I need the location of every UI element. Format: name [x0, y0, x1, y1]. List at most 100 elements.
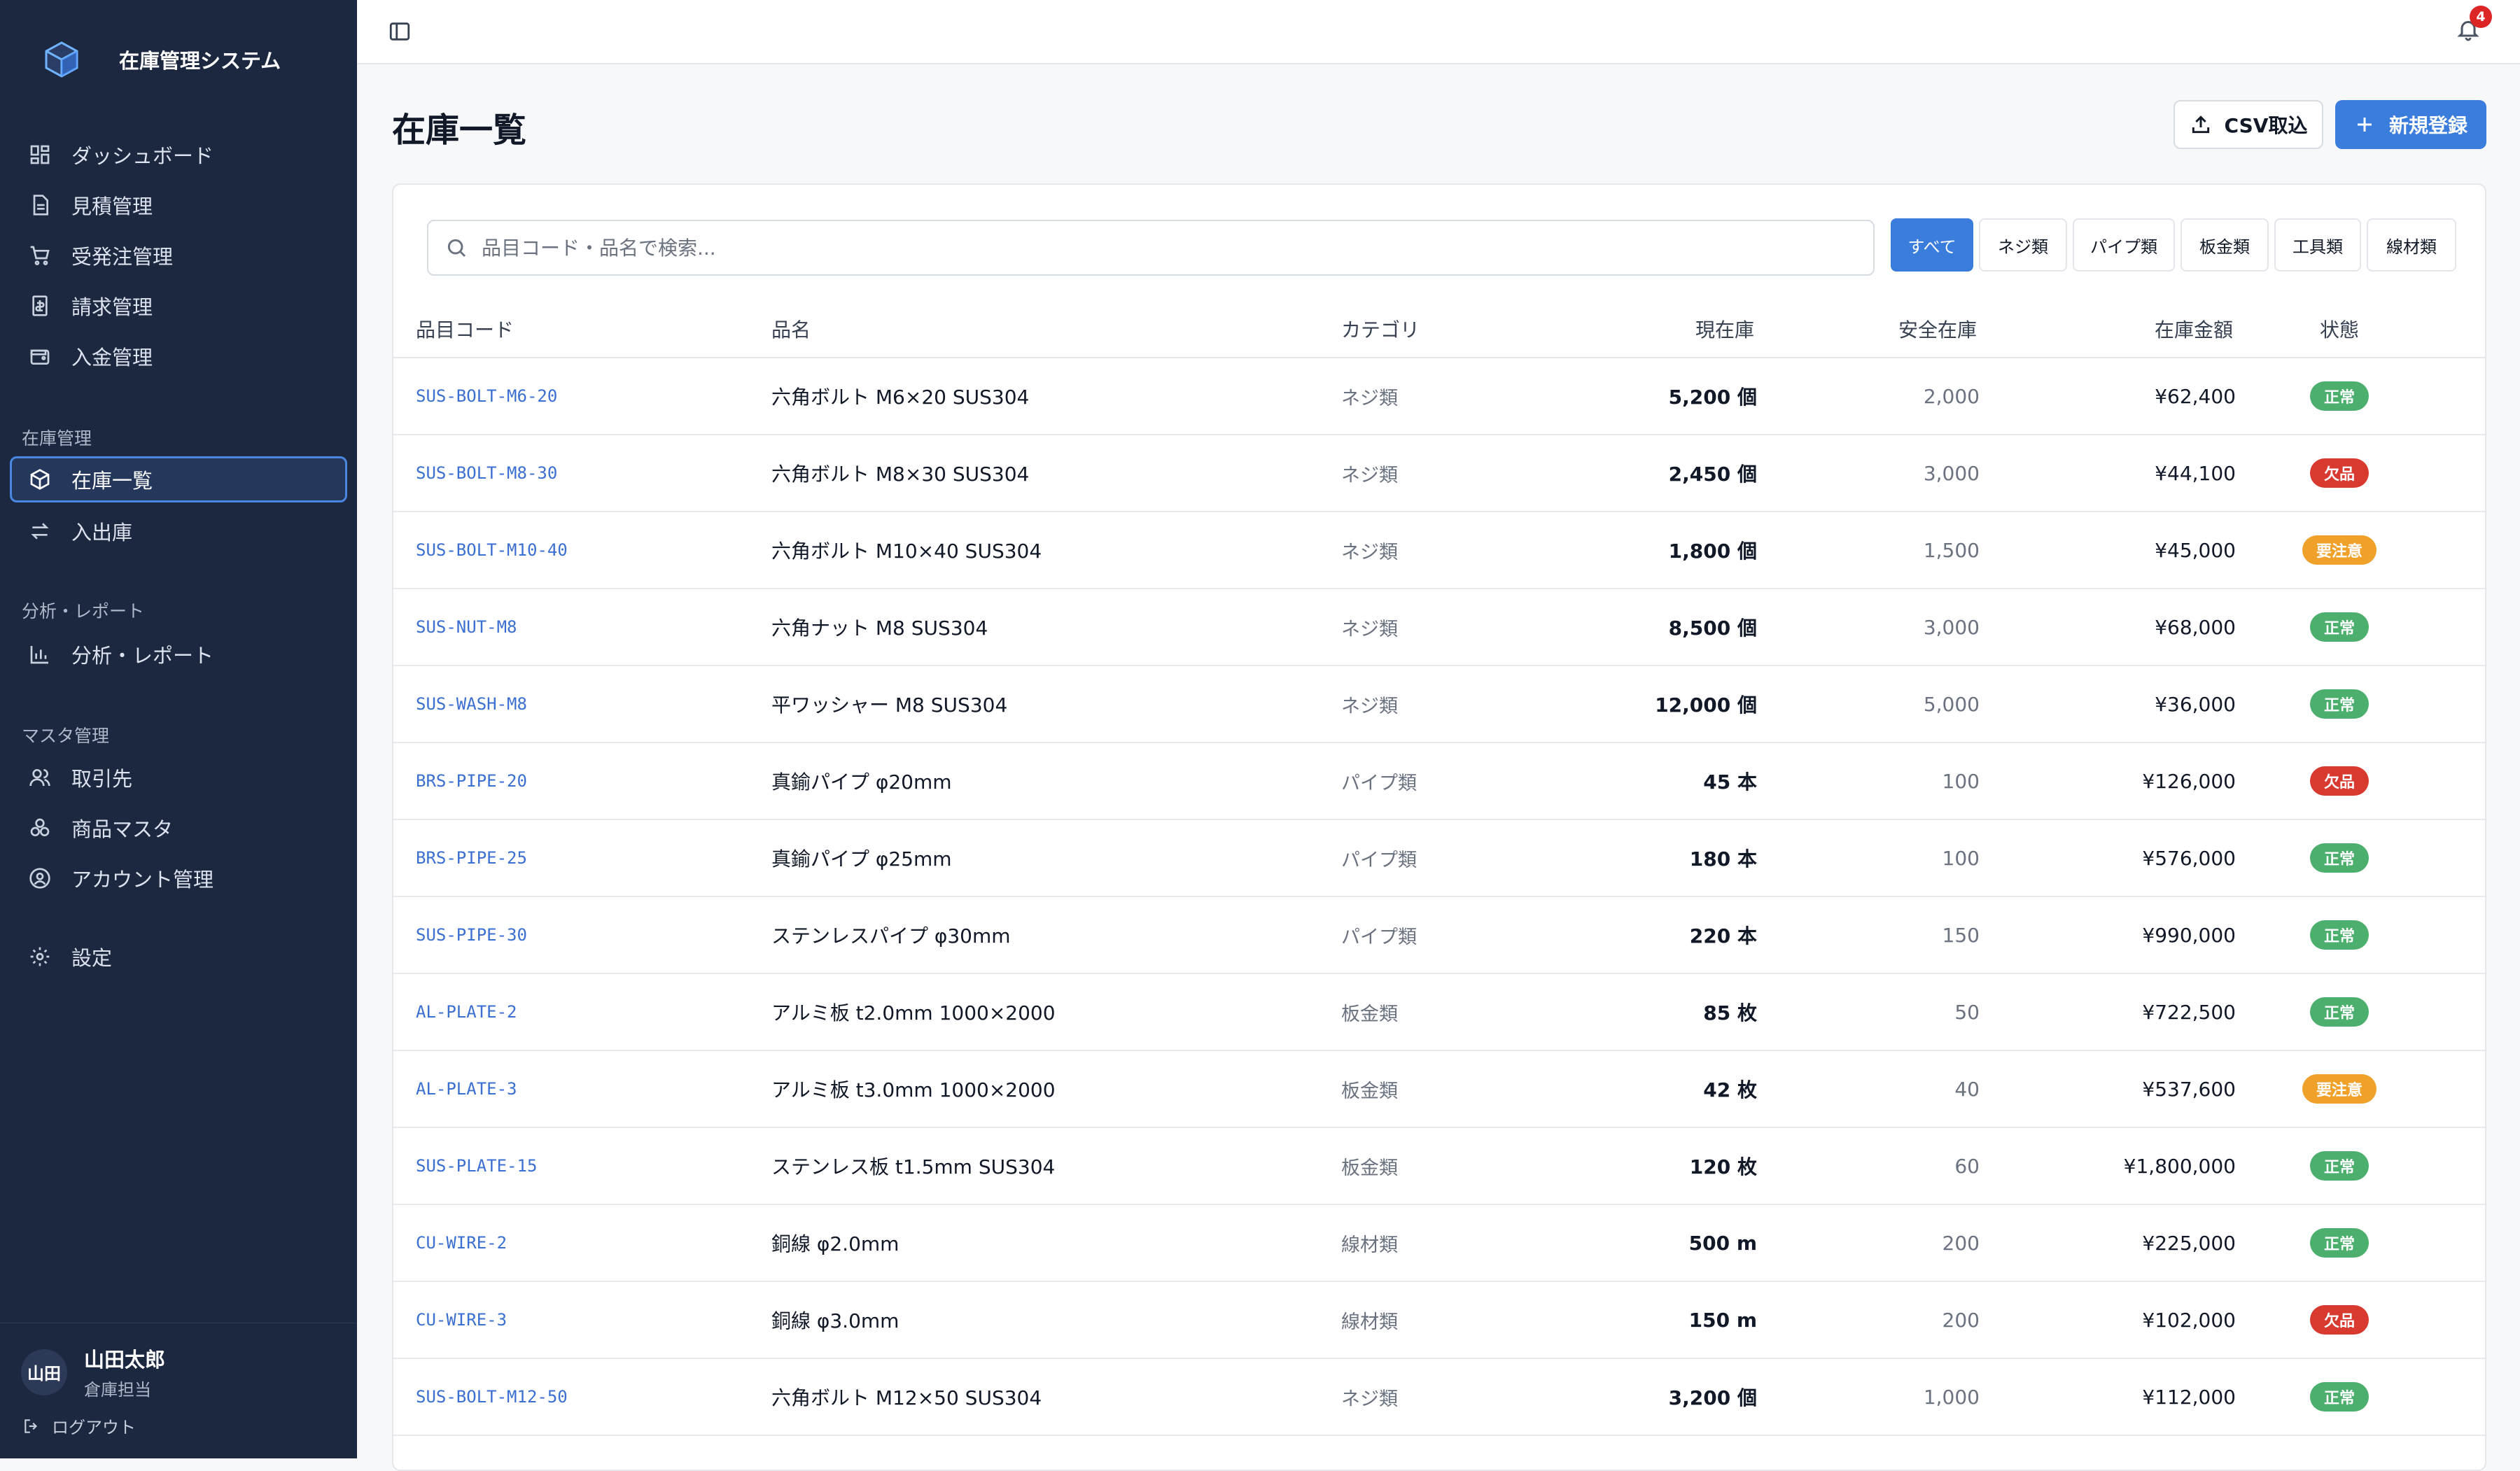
item-quantity: 12,000 個	[1655, 694, 1757, 717]
table-row[interactable]: SUS-BOLT-M10-40 六角ボルト M10×40 SUS304 ネジ類 1,8…	[393, 512, 2485, 589]
csv-import-button[interactable]: CSV取込	[2174, 100, 2323, 149]
item-name: 真鍮パイプ φ20mm	[771, 770, 952, 794]
user-role: 倉庫担当	[84, 1380, 151, 1400]
nav-item-stock-movements[interactable]: 入出庫	[10, 508, 347, 554]
bar-chart-icon	[28, 642, 52, 666]
table-row[interactable]: SUS-NUT-M8 六角ナット M8 SUS304 ネジ類 8,500 個 3,000…	[393, 589, 2485, 666]
item-code-link[interactable]: SUS-PIPE-30	[416, 897, 527, 973]
item-code-link[interactable]: AL-PLATE-2	[416, 974, 517, 1050]
filter-tools[interactable]: 工具類	[2274, 218, 2361, 272]
item-name: 六角ボルト M10×40 SUS304	[771, 540, 1042, 563]
column-header-amount[interactable]: 在庫金額	[2155, 315, 2233, 343]
nav-item-billing[interactable]: 請求管理	[10, 283, 347, 329]
item-amount: ¥102,000	[2142, 1308, 2236, 1332]
nav-item-partners[interactable]: 取引先	[10, 754, 347, 801]
item-name: 六角ナット M8 SUS304	[771, 617, 988, 640]
logout-icon	[24, 1419, 38, 1433]
item-code-link[interactable]: SUS-WASH-M8	[416, 666, 527, 742]
item-code-link[interactable]: CU-WIRE-3	[416, 1282, 507, 1358]
search-input[interactable]	[480, 235, 1813, 260]
nav-item-label: 見積管理	[71, 195, 153, 218]
item-quantity: 3,200 個	[1668, 1386, 1757, 1409]
table-row[interactable]: BRS-PIPE-25 真鍮パイプ φ25mm パイプ類 180 本 100 ¥576,0…	[393, 820, 2485, 897]
plus-icon	[2357, 118, 2372, 132]
gear-icon	[28, 945, 52, 969]
item-code-link[interactable]: AL-PLATE-3	[416, 1051, 517, 1127]
nav-item-product-master[interactable]: 商品マスタ	[10, 805, 347, 851]
item-code-link[interactable]: SUS-NUT-M8	[416, 589, 517, 665]
column-header-quantity[interactable]: 現在庫	[1695, 315, 1754, 343]
item-code-link[interactable]: SUS-BOLT-M12-50	[416, 1359, 568, 1435]
column-header-category[interactable]: カテゴリ	[1341, 315, 1420, 343]
sidebar-toggle-button[interactable]	[388, 20, 412, 43]
filter-pipes[interactable]: パイプ類	[2073, 218, 2175, 272]
cube-logo-icon	[45, 41, 78, 78]
item-quantity: 180 本	[1689, 847, 1757, 871]
filter-screws[interactable]: ネジ類	[1979, 218, 2067, 272]
user-profile[interactable]: 山田 山田太郎 倉庫担当	[21, 1344, 165, 1400]
boxes-icon	[28, 816, 52, 840]
notification-count-badge: 4	[2470, 6, 2492, 28]
nav-item-analysis[interactable]: 分析・レポート	[10, 631, 347, 677]
item-safety-stock: 1,500	[1923, 538, 1980, 562]
item-category: 板金類	[1341, 1003, 1398, 1025]
column-header-status[interactable]: 状態	[2320, 315, 2359, 343]
item-code-link[interactable]: SUS-BOLT-M10-40	[416, 512, 568, 588]
search-box[interactable]	[427, 220, 1875, 276]
item-amount: ¥36,000	[2155, 692, 2236, 716]
logout-link[interactable]: ログアウト	[22, 1414, 136, 1438]
item-amount: ¥45,000	[2155, 538, 2236, 562]
nav-item-orders[interactable]: 受発注管理	[10, 232, 347, 279]
dashboard-icon	[28, 143, 52, 167]
item-category: 線材類	[1341, 1234, 1398, 1256]
filter-all[interactable]: すべて	[1891, 218, 1973, 272]
item-code-link[interactable]: SUS-BOLT-M6-20	[416, 358, 557, 434]
item-safety-stock: 40	[1954, 1077, 1980, 1101]
nav-item-label: 受発注管理	[71, 245, 174, 269]
invoice-icon	[28, 294, 52, 318]
column-header-name[interactable]: 品名	[771, 315, 811, 343]
table-row[interactable]: SUS-BOLT-M12-50 六角ボルト M12×50 SUS304 ネジ類 3,2…	[393, 1359, 2485, 1436]
table-row[interactable]: AL-PLATE-2 アルミ板 t2.0mm 1000×2000 板金類 85 枚 50…	[393, 974, 2485, 1051]
nav-group-label-inventory: 在庫管理	[22, 428, 92, 449]
nav-item-dashboard[interactable]: ダッシュボード	[10, 132, 347, 178]
nav-item-inventory-list[interactable]: 在庫一覧	[10, 456, 347, 502]
item-code-link[interactable]: SUS-PLATE-15	[416, 1128, 537, 1204]
item-category: パイプ類	[1341, 849, 1417, 871]
item-status-cell: 正常	[2269, 897, 2409, 973]
filter-sheet-metal[interactable]: 板金類	[2180, 218, 2269, 272]
nav-item-quotes[interactable]: 見積管理	[10, 182, 347, 228]
nav-item-accounts[interactable]: アカウント管理	[10, 855, 347, 901]
table-row[interactable]: SUS-BOLT-M6-20 六角ボルト M6×20 SUS304 ネジ類 5,200…	[393, 358, 2485, 435]
item-code-link[interactable]: CU-WIRE-2	[416, 1205, 507, 1281]
nav-item-payments[interactable]: 入金管理	[10, 333, 347, 379]
csv-import-label: CSV取込	[2224, 114, 2308, 137]
item-code-link[interactable]: SUS-BOLT-M8-30	[416, 435, 557, 511]
brand[interactable]: 在庫管理システム	[39, 35, 281, 84]
table-row[interactable]: BRS-PIPE-20 真鍮パイプ φ20mm パイプ類 45 本 100 ¥126,00…	[393, 743, 2485, 820]
new-item-button[interactable]: 新規登録	[2335, 100, 2486, 149]
table-row[interactable]: SUS-BOLT-M8-30 六角ボルト M8×30 SUS304 ネジ類 2,450…	[393, 435, 2485, 512]
item-quantity: 8,500 個	[1668, 617, 1757, 640]
status-badge: 正常	[2309, 843, 2369, 873]
table-row[interactable]: CU-WIRE-2 銅線 φ2.0mm 線材類 500 m 200 ¥225,000 正常	[393, 1205, 2485, 1282]
table-row[interactable]: SUS-PLATE-15 ステンレス板 t1.5mm SUS304 板金類 120 枚…	[393, 1128, 2485, 1205]
filter-wires[interactable]: 線材類	[2367, 218, 2456, 272]
item-code-link[interactable]: BRS-PIPE-20	[416, 743, 527, 819]
item-quantity: 2,450 個	[1668, 463, 1757, 486]
search-icon	[447, 239, 466, 258]
table-row[interactable]: AL-PLATE-3 アルミ板 t3.0mm 1000×2000 板金類 42 枚 40…	[393, 1051, 2485, 1128]
column-header-safety-stock[interactable]: 安全在庫	[1898, 315, 1977, 343]
table-row[interactable]: SUS-PIPE-30 ステンレスパイプ φ30mm パイプ類 220 本 150 ¥99…	[393, 897, 2485, 974]
document-icon	[28, 193, 52, 217]
logout-label: ログアウト	[52, 1418, 136, 1437]
nav-item-settings[interactable]: 設定	[10, 934, 347, 980]
item-code-link[interactable]: BRS-PIPE-25	[416, 820, 527, 896]
nav-item-label: 設定	[71, 946, 113, 970]
column-header-code[interactable]: 品目コード	[416, 315, 514, 343]
table-row[interactable]: CU-WIRE-3 銅線 φ3.0mm 線材類 150 m 200 ¥102,000 欠品	[393, 1282, 2485, 1359]
table-row[interactable]: SUS-WASH-M8 平ワッシャー M8 SUS304 ネジ類 12,000 個 5,…	[393, 666, 2485, 743]
item-category: 板金類	[1341, 1080, 1398, 1102]
item-name: ステンレスパイプ φ30mm	[771, 924, 1011, 948]
item-safety-stock: 50	[1954, 1000, 1980, 1024]
